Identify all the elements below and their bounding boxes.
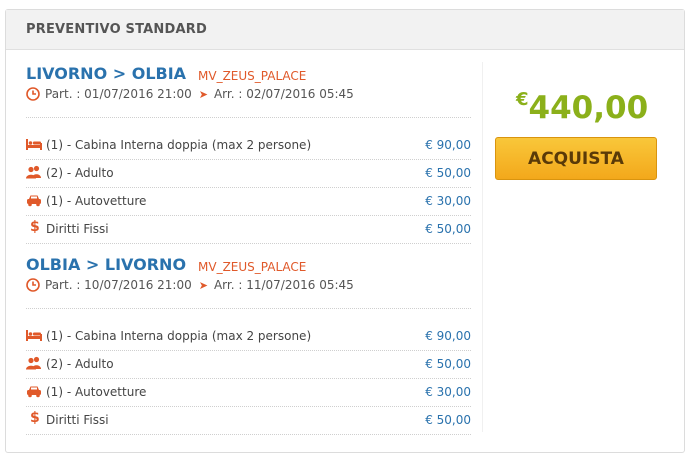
line-label: (1) - Cabina Interna doppia (max 2 perso… (46, 329, 312, 343)
line-label: (1) - Autovetture (46, 385, 147, 399)
line-price: € 50,00 (425, 222, 471, 236)
car-icon (26, 193, 42, 207)
arrow-right-icon: ➤ (198, 278, 208, 292)
list-item: (1) - Autovetture € 30,00 (26, 379, 471, 407)
arrow-right-icon: ➤ (198, 87, 208, 101)
panel-title: PREVENTIVO STANDARD (26, 22, 207, 37)
buy-button[interactable]: ACQUISTA (495, 137, 657, 180)
bed-icon (26, 328, 42, 342)
clock-icon (26, 278, 40, 292)
line-label: Diritti Fissi (46, 222, 109, 236)
route-name: LIVORNO > OLBIA (26, 64, 187, 83)
line-price: € 50,00 (425, 413, 471, 427)
route-lines: (1) - Cabina Interna doppia (max 2 perso… (26, 309, 471, 435)
car-icon (26, 384, 42, 398)
ship-name: MV_ZEUS_PALACE (198, 69, 307, 83)
line-price: € 90,00 (425, 138, 471, 152)
arrival-time: Arr. : 02/07/2016 05:45 (213, 87, 354, 101)
list-item: (1) - Autovetture € 30,00 (26, 188, 471, 216)
users-icon (26, 165, 42, 179)
currency-symbol: € (516, 89, 529, 110)
routes-column: LIVORNO > OLBIA MV_ZEUS_PALACE Part. : 0… (26, 62, 471, 435)
departure-time: Part. : 10/07/2016 21:00 (45, 278, 192, 292)
line-label: (2) - Adulto (46, 166, 114, 180)
list-item: (2) - Adulto € 50,00 (26, 351, 471, 379)
arrival-time: Arr. : 11/07/2016 05:45 (213, 278, 354, 292)
clock-icon (26, 87, 40, 101)
summary-column: € 440,00 ACQUISTA (482, 62, 683, 432)
bed-icon (26, 137, 42, 151)
line-price: € 90,00 (425, 329, 471, 343)
panel-header: PREVENTIVO STANDARD (6, 10, 684, 50)
route-block: OLBIA > LIVORNO MV_ZEUS_PALACE Part. : 1… (26, 253, 471, 435)
line-price: € 50,00 (425, 357, 471, 371)
dollar-icon: $ (30, 219, 40, 235)
departure-time: Part. : 01/07/2016 21:00 (45, 87, 192, 101)
line-label: (2) - Adulto (46, 357, 114, 371)
total-price: € 440,00 (516, 89, 649, 127)
list-item: $ Diritti Fissi € 50,00 (26, 216, 471, 244)
route-header: OLBIA > LIVORNO MV_ZEUS_PALACE Part. : 1… (26, 253, 471, 309)
route-lines: (1) - Cabina Interna doppia (max 2 perso… (26, 118, 471, 244)
list-item: $ Diritti Fissi € 50,00 (26, 407, 471, 435)
line-price: € 50,00 (425, 166, 471, 180)
route-times: Part. : 01/07/2016 21:00 ➤ Arr. : 02/07/… (26, 87, 354, 101)
list-item: (1) - Cabina Interna doppia (max 2 perso… (26, 323, 471, 351)
line-price: € 30,00 (425, 194, 471, 208)
route-times: Part. : 10/07/2016 21:00 ➤ Arr. : 11/07/… (26, 278, 354, 292)
line-label: Diritti Fissi (46, 413, 109, 427)
route-header: LIVORNO > OLBIA MV_ZEUS_PALACE Part. : 0… (26, 62, 471, 118)
line-price: € 30,00 (425, 385, 471, 399)
list-item: (2) - Adulto € 50,00 (26, 160, 471, 188)
quote-panel: PREVENTIVO STANDARD LIVORNO > OLBIA MV_Z… (5, 9, 685, 453)
ship-name: MV_ZEUS_PALACE (198, 260, 307, 274)
users-icon (26, 356, 42, 370)
route-block: LIVORNO > OLBIA MV_ZEUS_PALACE Part. : 0… (26, 62, 471, 244)
line-label: (1) - Autovetture (46, 194, 147, 208)
list-item: (1) - Cabina Interna doppia (max 2 perso… (26, 132, 471, 160)
route-name: OLBIA > LIVORNO (26, 255, 187, 274)
total-amount: 440,00 (528, 90, 649, 126)
line-label: (1) - Cabina Interna doppia (max 2 perso… (46, 138, 312, 152)
dollar-icon: $ (30, 410, 40, 426)
